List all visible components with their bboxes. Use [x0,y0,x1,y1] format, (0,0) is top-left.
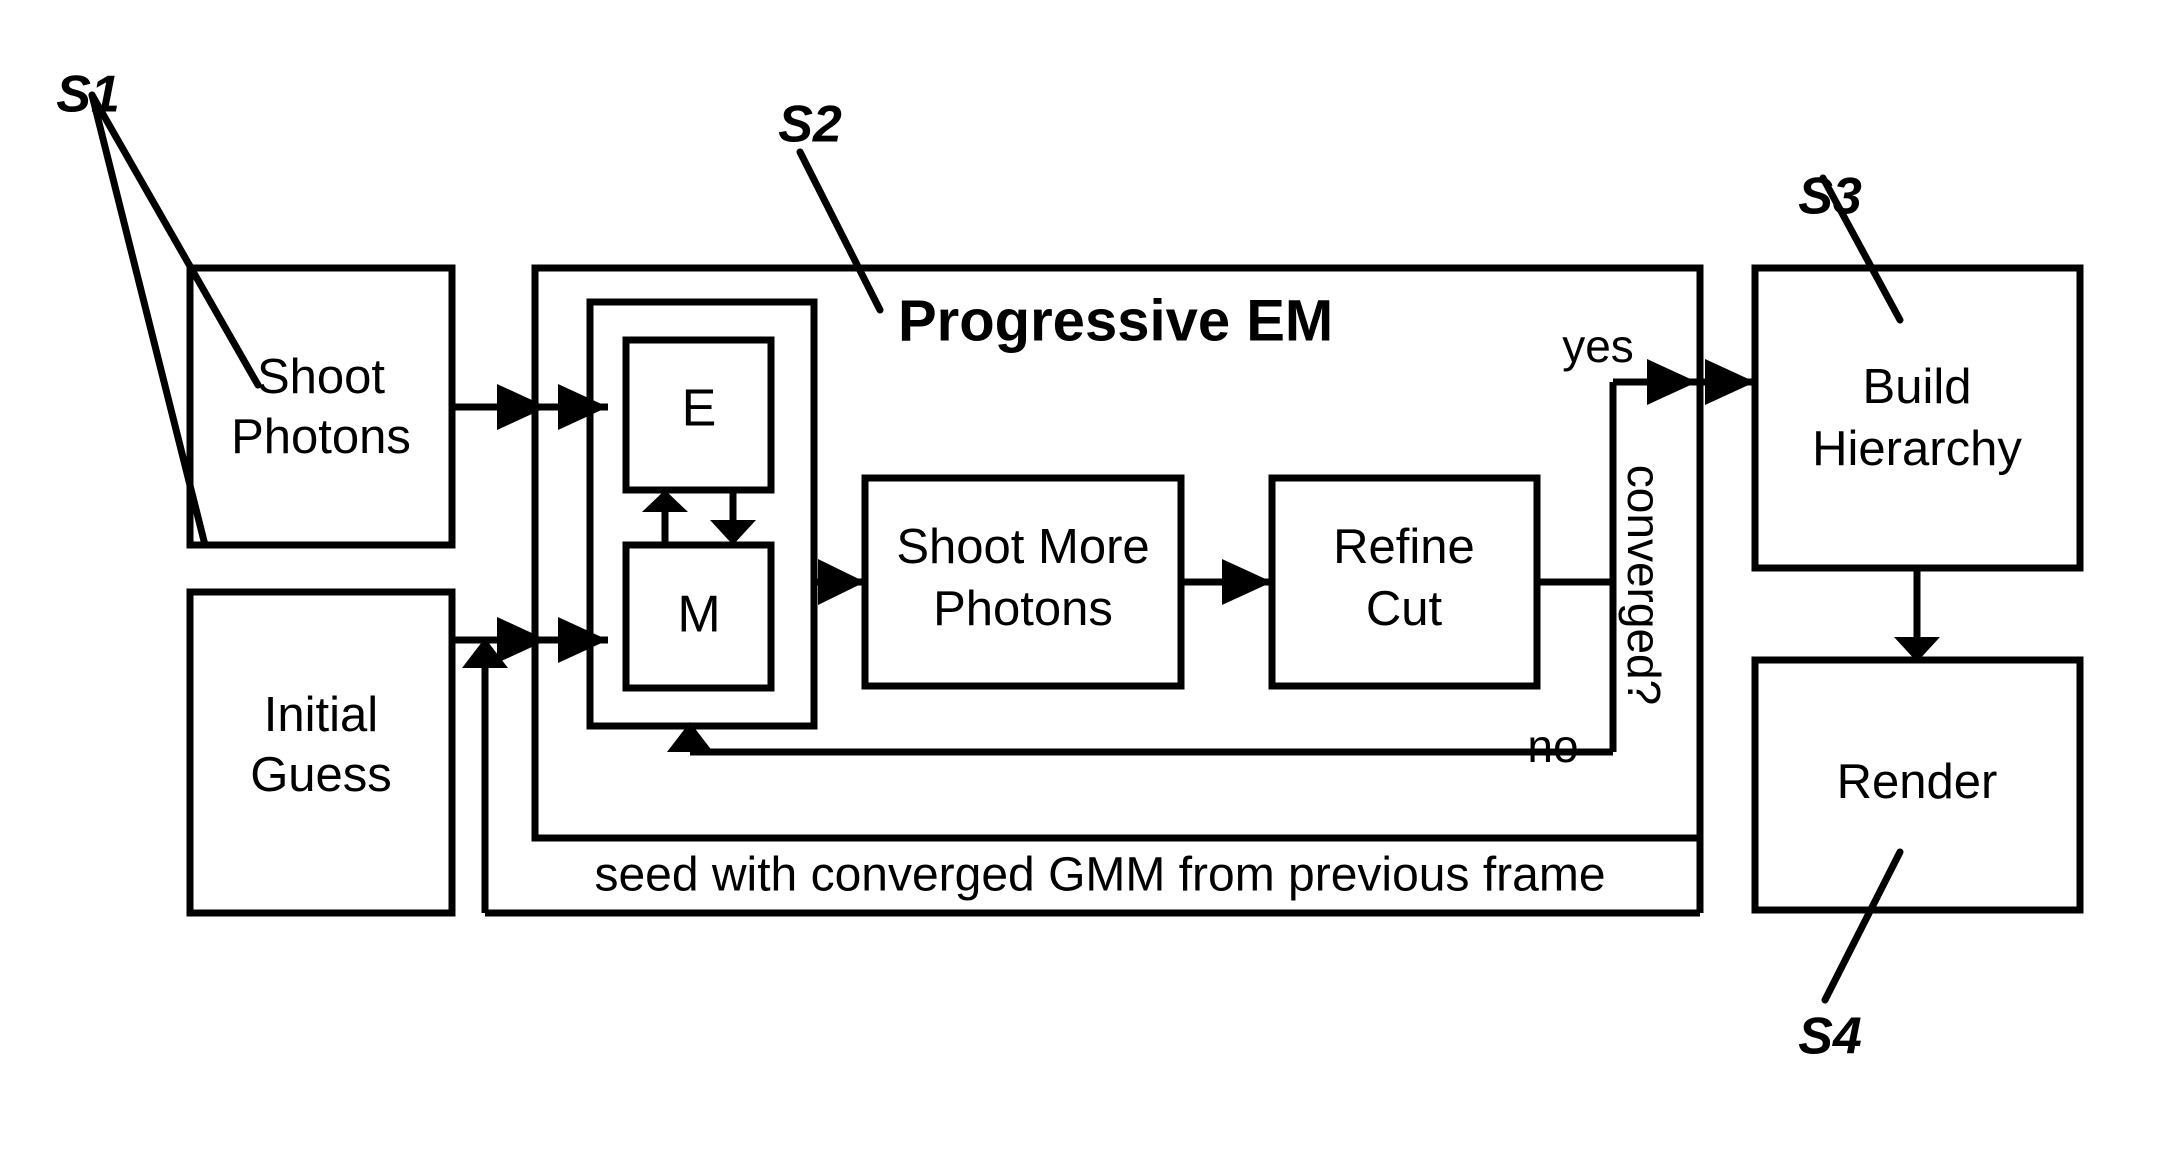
arrowhead-yes-2 [1705,359,1755,405]
initial-guess-label-line1: Initial [264,688,378,742]
leader-s1-to-shoot-photons [88,91,262,389]
step-label-s3: S3 [1798,168,1862,226]
render-label: Render [1837,755,1998,809]
m-step-label: M [677,586,720,644]
build-hierarchy-box[interactable] [1751,264,2084,572]
step-label-s1: S1 [56,66,120,124]
step-label-s4: S4 [1798,1008,1862,1066]
edge-label-no: no [1527,720,1578,772]
shoot-photons-label-line1: Shoot [257,350,385,404]
refine-cut-label-line2: Cut [1366,582,1443,636]
flowchart-diagram: S1 S2 S3 S4 Progressive EM Shoot Photons… [0,0,2169,1155]
e-step-label: E [682,380,717,438]
shoot-more-photons-label-line2: Photons [933,582,1113,636]
shoot-photons-label-line2: Photons [231,410,411,464]
shoot-photons-box[interactable] [186,264,456,549]
edge-label-converged: converged? [1618,465,1670,705]
shoot-more-photons-label-line1: Shoot More [896,520,1149,574]
build-hierarchy-label-line1: Build [1863,360,1972,414]
refine-cut-label-line1: Refine [1333,520,1475,574]
build-hierarchy-label-line2: Hierarchy [1812,422,2022,476]
step-label-s2: S2 [778,96,842,154]
seed-feedback-label: seed with converged GMM from previous fr… [594,849,1605,902]
edge-label-yes: yes [1562,320,1634,372]
progressive-em-title: Progressive EM [898,288,1333,353]
initial-guess-label-line2: Guess [250,748,392,802]
diagram-canvas: S1 S2 S3 S4 Progressive EM Shoot Photons… [56,66,2084,1066]
